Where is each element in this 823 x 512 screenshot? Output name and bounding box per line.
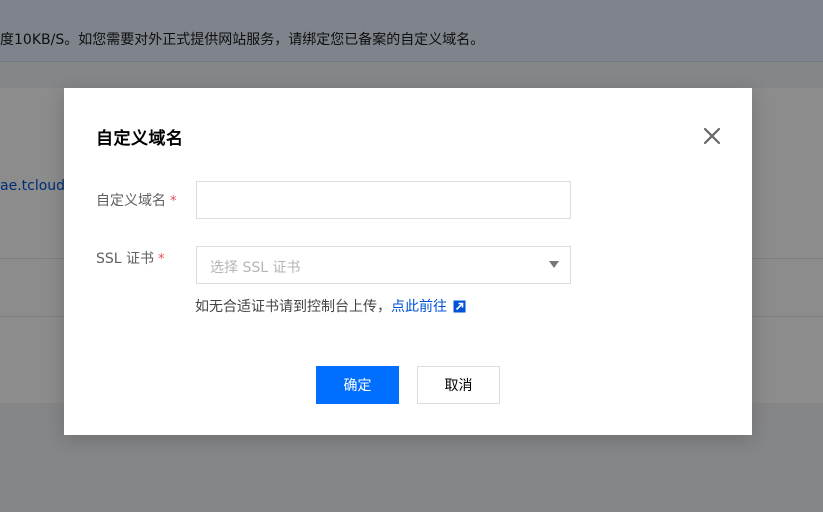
ssl-label-text: SSL 证书 <box>96 251 155 267</box>
dialog-title: 自定义域名 <box>96 129 184 149</box>
go-to-console-link[interactable]: 点此前往 <box>391 299 466 315</box>
ssl-certificate-select[interactable]: 选择 SSL 证书 <box>196 246 571 284</box>
custom-domain-dialog: 自定义域名 自定义域名 * SSL 证书 * 选择 SSL 证书 如无合适证书请到控… <box>64 88 752 435</box>
close-button[interactable] <box>702 126 722 146</box>
required-mark: * <box>170 194 177 209</box>
close-icon <box>703 127 721 145</box>
external-link-icon <box>453 300 466 313</box>
cancel-button[interactable]: 取消 <box>417 366 500 404</box>
domain-label-text: 自定义域名 <box>96 193 166 209</box>
required-mark: * <box>158 252 165 267</box>
custom-domain-input[interactable] <box>196 181 571 219</box>
caret-down-icon <box>549 261 559 268</box>
confirm-button[interactable]: 确定 <box>316 366 399 404</box>
hint-text: 如无合适证书请到控制台上传， <box>195 299 391 315</box>
ssl-upload-hint: 如无合适证书请到控制台上传，点此前往 <box>195 296 466 316</box>
domain-field-label: 自定义域名 * <box>96 190 177 210</box>
ssl-field-label: SSL 证书 * <box>96 248 165 268</box>
ssl-select-placeholder: 选择 SSL 证书 <box>210 260 301 276</box>
hint-link-text: 点此前往 <box>391 299 447 315</box>
